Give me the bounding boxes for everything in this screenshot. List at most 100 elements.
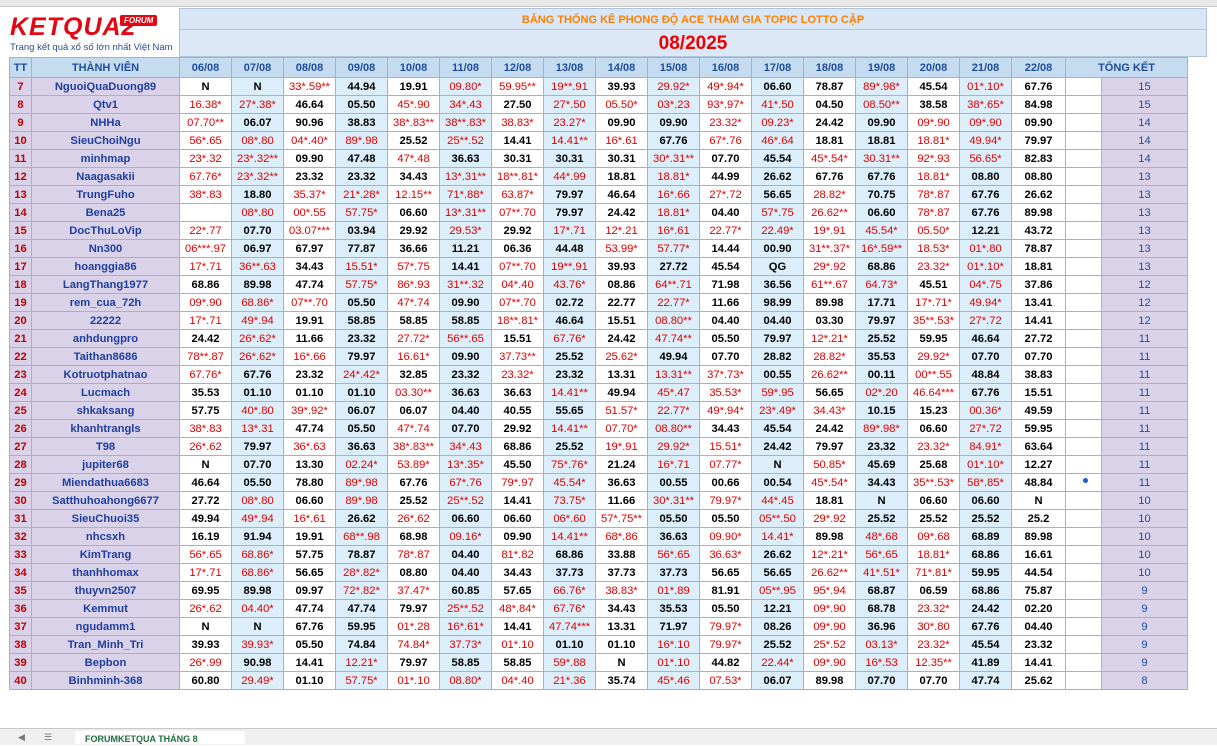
- score-cell[interactable]: 37.73: [595, 563, 648, 582]
- score-cell[interactable]: 01.10: [595, 635, 648, 654]
- score-cell[interactable]: 89.98: [231, 581, 284, 600]
- score-cell[interactable]: 44*.99: [543, 167, 596, 186]
- score-cell[interactable]: 34.43: [595, 599, 648, 618]
- score-cell[interactable]: 11.66: [283, 329, 336, 348]
- score-cell[interactable]: 14.41: [1011, 653, 1066, 672]
- score-cell[interactable]: 45.54*: [855, 221, 908, 240]
- score-cell[interactable]: 70.75: [855, 185, 908, 204]
- member-name[interactable]: NguoiQuaDuong89: [31, 77, 180, 96]
- score-cell[interactable]: 46.64***: [907, 383, 960, 402]
- score-cell[interactable]: 17.71: [855, 293, 908, 312]
- score-cell[interactable]: 26*.62: [179, 437, 232, 456]
- score-cell[interactable]: 49.94*: [959, 131, 1012, 150]
- score-cell[interactable]: 19**.91: [543, 257, 596, 276]
- score-cell[interactable]: 89*.98: [335, 473, 388, 492]
- member-name[interactable]: Taithan8686: [31, 347, 180, 366]
- score-cell[interactable]: 45*.90: [387, 95, 440, 114]
- score-cell[interactable]: 06.36: [491, 239, 544, 258]
- score-cell[interactable]: 38*.83: [179, 419, 232, 438]
- total-cell[interactable]: 12: [1101, 293, 1188, 312]
- score-cell[interactable]: 36.63: [439, 149, 492, 168]
- empty-cell[interactable]: [1065, 239, 1102, 258]
- score-cell[interactable]: 57*.75: [387, 257, 440, 276]
- score-cell[interactable]: 25.52: [751, 635, 804, 654]
- score-cell[interactable]: 58.85: [335, 311, 388, 330]
- score-cell[interactable]: 14.41: [283, 653, 336, 672]
- score-cell[interactable]: 01*.10: [491, 635, 544, 654]
- score-cell[interactable]: 26.62: [751, 545, 804, 564]
- score-cell[interactable]: 33*.59**: [283, 77, 336, 96]
- score-cell[interactable]: 07**.70: [491, 293, 544, 312]
- score-cell[interactable]: 08.80: [959, 167, 1012, 186]
- score-cell[interactable]: 06.60: [387, 203, 440, 222]
- score-cell[interactable]: 82.83: [1011, 149, 1066, 168]
- score-cell[interactable]: 03*.23: [647, 95, 700, 114]
- score-cell[interactable]: 23.32*: [907, 599, 960, 618]
- score-cell[interactable]: 68.86: [543, 545, 596, 564]
- score-cell[interactable]: 47.74: [959, 671, 1012, 690]
- score-cell[interactable]: 27.72*: [387, 329, 440, 348]
- member-name[interactable]: minhmap: [31, 149, 180, 168]
- score-cell[interactable]: 68**.98: [335, 527, 388, 546]
- score-cell[interactable]: 45.51: [907, 275, 960, 294]
- score-cell[interactable]: 17*.71*: [907, 293, 960, 312]
- score-cell[interactable]: 47.74: [283, 599, 336, 618]
- score-cell[interactable]: 40.55: [491, 401, 544, 420]
- score-cell[interactable]: 25.2: [1011, 509, 1066, 528]
- score-cell[interactable]: 09.90: [283, 149, 336, 168]
- score-cell[interactable]: 08*.80: [231, 203, 284, 222]
- score-cell[interactable]: 36.63: [335, 437, 388, 456]
- score-cell[interactable]: N: [751, 455, 804, 474]
- score-cell[interactable]: 07.70: [699, 149, 752, 168]
- score-cell[interactable]: 29.92: [491, 221, 544, 240]
- score-cell[interactable]: 07**.70: [491, 203, 544, 222]
- score-cell[interactable]: 14.41**: [543, 527, 596, 546]
- member-name[interactable]: jupiter68: [31, 455, 180, 474]
- score-cell[interactable]: 57.75*: [335, 275, 388, 294]
- score-cell[interactable]: 04.50: [803, 95, 856, 114]
- score-cell[interactable]: 68.86: [179, 275, 232, 294]
- score-cell[interactable]: 59.95: [959, 563, 1012, 582]
- score-cell[interactable]: 08.80**: [647, 311, 700, 330]
- score-cell[interactable]: 44*.45: [751, 491, 804, 510]
- score-cell[interactable]: 38.83: [1011, 365, 1066, 384]
- score-cell[interactable]: 56*.65: [647, 545, 700, 564]
- score-cell[interactable]: 50.85*: [803, 455, 856, 474]
- total-cell[interactable]: 13: [1101, 167, 1188, 186]
- score-cell[interactable]: 27.72: [647, 257, 700, 276]
- score-cell[interactable]: 45.54: [751, 149, 804, 168]
- score-cell[interactable]: 16*.61: [283, 509, 336, 528]
- score-cell[interactable]: 57.75*: [335, 671, 388, 690]
- score-cell[interactable]: 37.86: [1011, 275, 1066, 294]
- empty-cell[interactable]: [1065, 185, 1102, 204]
- score-cell[interactable]: 44.54: [1011, 563, 1066, 582]
- score-cell[interactable]: 59*.88: [543, 653, 596, 672]
- score-cell[interactable]: 79.97: [543, 185, 596, 204]
- score-cell[interactable]: 06.60: [439, 509, 492, 528]
- total-cell[interactable]: 11: [1101, 419, 1188, 438]
- total-cell[interactable]: 10: [1101, 491, 1188, 510]
- score-cell[interactable]: 18.81*: [907, 545, 960, 564]
- score-cell[interactable]: 79.97: [387, 599, 440, 618]
- score-cell[interactable]: 68.86*: [231, 563, 284, 582]
- score-cell[interactable]: 25.62*: [595, 347, 648, 366]
- score-cell[interactable]: 00.54: [751, 473, 804, 492]
- score-cell[interactable]: 06.07: [387, 401, 440, 420]
- score-cell[interactable]: 68.86: [959, 581, 1012, 600]
- total-cell[interactable]: 9: [1101, 599, 1188, 618]
- score-cell[interactable]: 23*.49*: [751, 401, 804, 420]
- score-cell[interactable]: 22.77*: [699, 221, 752, 240]
- score-cell[interactable]: 21*.36: [543, 671, 596, 690]
- score-cell[interactable]: 49*.94: [231, 509, 284, 528]
- score-cell[interactable]: 04*.75: [959, 275, 1012, 294]
- score-cell[interactable]: 26*.62: [179, 599, 232, 618]
- score-cell[interactable]: 61**.67: [803, 275, 856, 294]
- score-cell[interactable]: 57.65: [491, 581, 544, 600]
- score-cell[interactable]: 39.93: [179, 635, 232, 654]
- score-cell[interactable]: 14.41**: [543, 131, 596, 150]
- member-name[interactable]: anhdungpro: [31, 329, 180, 348]
- score-cell[interactable]: 05.50: [699, 509, 752, 528]
- score-cell[interactable]: 07.53*: [699, 671, 752, 690]
- score-cell[interactable]: 16*.59**: [855, 239, 908, 258]
- score-cell[interactable]: 05**.95: [751, 581, 804, 600]
